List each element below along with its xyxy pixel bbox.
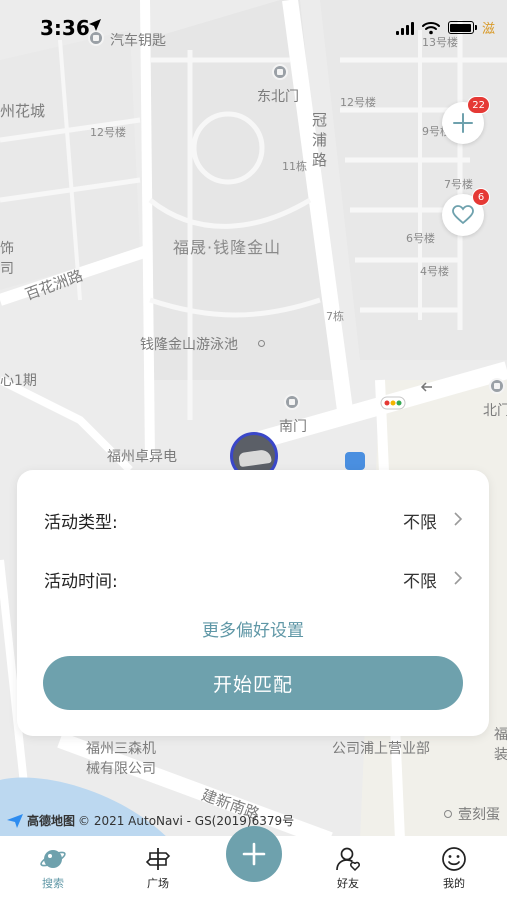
- map-label-south-gate: 南门: [279, 419, 307, 435]
- more-preferences-link[interactable]: 更多偏好设置: [17, 616, 489, 641]
- map-label-zhuoyi: 福州卓异电: [107, 449, 177, 465]
- map-label-bldg-11: 11栋: [282, 160, 307, 173]
- tab-square-label: 广场: [147, 877, 169, 890]
- map-label-sansen-1: 福州三森机: [86, 741, 156, 757]
- map-label-fusheng: 福晟·钱隆金山: [173, 238, 282, 257]
- map-label-guanpu-road: 冠浦路: [312, 111, 328, 169]
- tab-mine-label: 我的: [443, 877, 465, 890]
- tab-friends[interactable]: 好友: [318, 846, 378, 891]
- chevron-right-icon: [454, 571, 463, 585]
- wifi-icon: [421, 21, 440, 34]
- favorite-badge: 6: [472, 188, 490, 206]
- activity-type-row[interactable]: 活动类型: 不限: [17, 508, 489, 533]
- map-label-si: 司: [0, 261, 14, 277]
- map-label-right-edge-1: 福: [494, 727, 507, 743]
- status-bar: 3:36 滋: [0, 0, 507, 54]
- tab-search-label: 搜索: [42, 877, 64, 890]
- map-label-shi: 饰: [0, 241, 14, 257]
- activity-time-value: 不限: [403, 572, 437, 592]
- plus-icon: [242, 842, 266, 866]
- north-gate-right-pin-icon: [489, 378, 505, 394]
- friend-icon: [336, 847, 360, 872]
- smiley-icon: [442, 847, 466, 871]
- signpost-icon: [145, 848, 171, 870]
- start-match-button[interactable]: 开始匹配: [43, 656, 463, 710]
- map-label-bldg-7: 7号楼: [444, 178, 473, 191]
- status-time: 3:36: [40, 16, 90, 40]
- add-badge: 22: [467, 96, 490, 114]
- activity-type-label: 活动类型:: [44, 513, 118, 533]
- map-label-north-gate: 东北门: [257, 89, 299, 105]
- chevron-right-icon: [454, 512, 463, 526]
- map-label-right-edge-2: 装: [494, 747, 507, 763]
- plus-icon: [453, 113, 473, 133]
- south-gate-pin-icon: [284, 394, 300, 410]
- tab-friends-label: 好友: [337, 877, 359, 890]
- map-label-bldg-7-dong: 7栋: [326, 310, 344, 323]
- map-label-bldg-6: 6号楼: [406, 232, 435, 245]
- status-indicators: 滋: [395, 18, 495, 37]
- cake-dot-icon: [444, 810, 452, 818]
- map-label-sansen-2: 械有限公司: [86, 761, 156, 777]
- tab-square[interactable]: 广场: [128, 846, 188, 891]
- activity-time-row[interactable]: 活动时间: 不限: [17, 567, 489, 592]
- map-label-phase1: 心1期: [0, 373, 37, 389]
- amap-logo-icon: [7, 813, 23, 828]
- tab-mine[interactable]: 我的: [424, 846, 484, 891]
- center-add-button[interactable]: [226, 826, 282, 882]
- pool-dot-icon: [258, 340, 265, 347]
- signal-icon: [395, 21, 414, 35]
- match-preferences-panel: 活动类型: 不限 活动时间: 不限 更多偏好设置 开始匹配: [17, 470, 489, 736]
- map-label-bldg-12-left: 12号楼: [90, 126, 126, 139]
- favorite-float-button[interactable]: 6: [442, 188, 490, 236]
- add-float-button[interactable]: 22: [442, 96, 490, 144]
- map-label-pool: 钱隆金山游泳池: [140, 337, 238, 353]
- map-label-flower-city: 州花城: [0, 102, 46, 120]
- attribution-brand: 高德地图: [27, 814, 76, 828]
- avatar-car-image: [238, 448, 272, 468]
- map-label-cake: 壹刻蛋: [458, 807, 500, 823]
- activity-time-label: 活动时间:: [44, 572, 118, 592]
- planet-icon: [40, 850, 66, 868]
- map-label-pushang: 公司浦上营业部: [332, 741, 430, 757]
- heart-icon: [452, 205, 474, 225]
- status-extra-text: 滋: [481, 22, 495, 37]
- activity-type-value: 不限: [403, 513, 437, 533]
- map-label-north-gate-right: 北门: [483, 403, 507, 419]
- location-arrow-icon: [89, 19, 101, 31]
- map-label-bldg-4: 4号楼: [420, 265, 449, 278]
- map-label-bldg-12-right: 12号楼: [340, 96, 376, 109]
- tab-search[interactable]: 搜索: [23, 846, 83, 891]
- battery-icon: [447, 21, 477, 34]
- north-gate-pin-icon: [272, 64, 288, 80]
